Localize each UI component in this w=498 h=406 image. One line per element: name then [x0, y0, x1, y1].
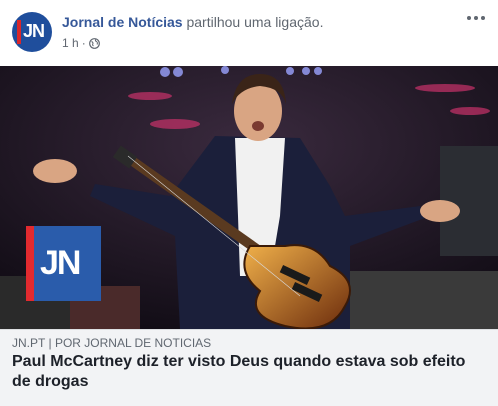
post-action-text: partilhou uma ligação. — [182, 14, 324, 30]
jn-logo-badge: JN — [26, 226, 101, 301]
shared-link-post: JN Jornal de Notícias partilhou uma liga… — [0, 0, 498, 406]
link-caption[interactable]: JN.PT | POR JORNAL DE NOTICIAS Paul McCa… — [0, 329, 498, 406]
meta-separator: · — [81, 36, 86, 50]
post-title-line: Jornal de Notícias partilhou uma ligação… — [62, 14, 323, 30]
post-timestamp[interactable]: 1 h — [62, 36, 79, 50]
more-options-icon[interactable] — [464, 10, 488, 26]
link-byline: POR JORNAL DE NOTICIAS — [54, 336, 212, 350]
post-meta: 1 h · — [62, 36, 100, 50]
link-preview-image[interactable]: JN — [0, 66, 498, 329]
link-source: JN.PT | POR JORNAL DE NOTICIAS — [12, 336, 211, 350]
globe-icon[interactable] — [88, 37, 100, 49]
avatar-red-stripe — [17, 20, 21, 44]
source-divider: | — [48, 336, 52, 350]
link-domain: JN.PT — [12, 336, 46, 350]
badge-red-bar — [26, 226, 34, 301]
page-avatar[interactable]: JN — [12, 12, 52, 52]
page-name-link[interactable]: Jornal de Notícias — [62, 14, 183, 30]
badge-logo-text: JN — [40, 244, 81, 282]
link-headline[interactable]: Paul McCartney diz ter visto Deus quando… — [12, 352, 482, 392]
post-header: JN Jornal de Notícias partilhou uma liga… — [0, 0, 498, 66]
avatar-logo-text: JN — [23, 21, 45, 41]
